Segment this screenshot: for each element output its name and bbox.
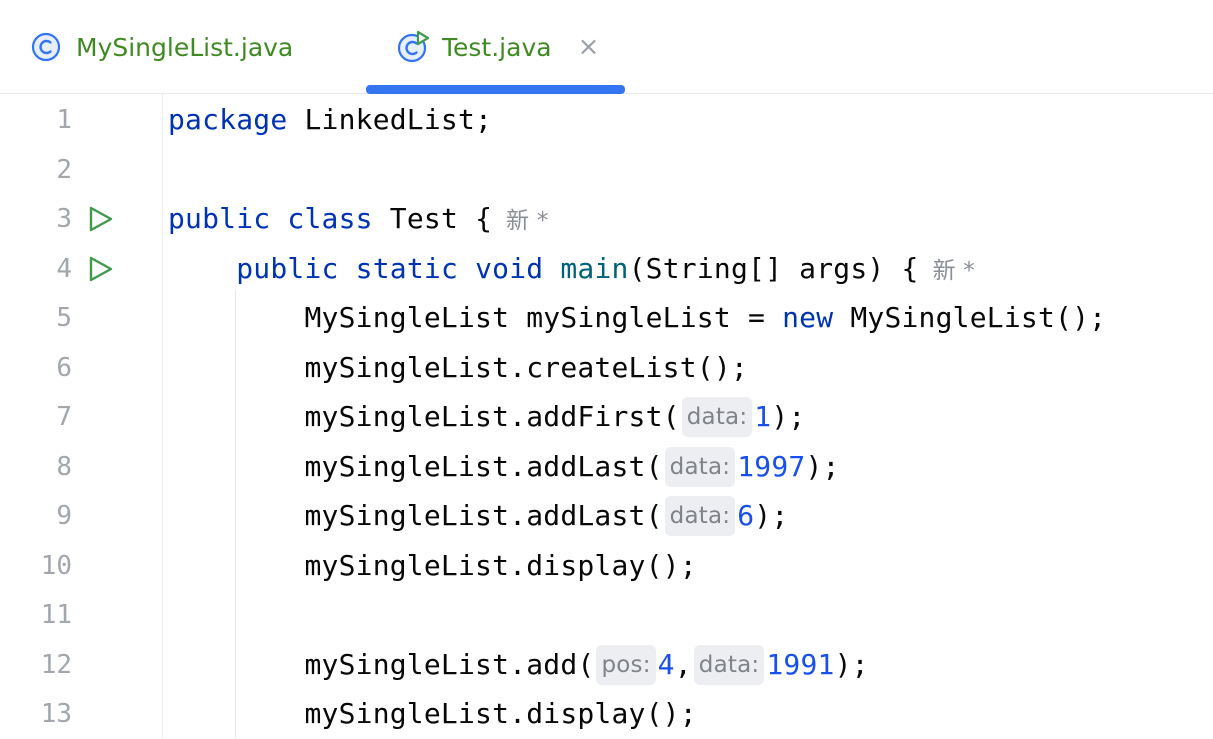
line-number: 8: [56, 452, 72, 482]
line-number: 7: [56, 402, 72, 432]
tab-mysinglelist[interactable]: MySingleList.java: [30, 0, 293, 94]
runnable-class-icon: [396, 30, 430, 64]
code-token: );: [834, 648, 869, 681]
code-token: mySingleList.addLast(: [168, 450, 663, 483]
code-editor[interactable]: 1 package LinkedList; 2 3 public class T…: [0, 94, 1213, 738]
line-number: 1: [56, 105, 72, 135]
number-literal: 1991: [766, 648, 835, 681]
code-token: MySingleList mySingleList =: [168, 301, 783, 334]
code-line[interactable]: 6 mySingleList.createList();: [0, 343, 1213, 393]
tab-label: MySingleList.java: [76, 32, 294, 62]
line-number: 6: [56, 353, 72, 383]
active-tab-indicator: [366, 85, 625, 94]
code-text: mySingleList.createList();: [168, 351, 748, 384]
code-line[interactable]: 9 mySingleList.addLast(data: 6);: [0, 491, 1213, 541]
method-name: main: [560, 252, 629, 285]
code-line[interactable]: 1 package LinkedList;: [0, 95, 1213, 145]
code-token: );: [771, 400, 806, 433]
keyword: static: [355, 252, 459, 285]
parameter-hint: data:: [693, 645, 765, 685]
number-literal: 4: [657, 648, 675, 681]
keyword: class: [287, 202, 373, 235]
code-text: mySingleList.addFirst(data: 1);: [168, 392, 805, 442]
number-literal: 1997: [737, 450, 806, 483]
close-icon[interactable]: ×: [578, 34, 600, 60]
run-icon[interactable]: [86, 205, 114, 233]
code-line[interactable]: 2: [0, 145, 1213, 195]
line-number: 2: [56, 155, 72, 185]
code-token: );: [805, 450, 840, 483]
code-token: (String[] args) {: [628, 252, 919, 285]
code-text: mySingleList.display();: [168, 697, 697, 730]
parameter-hint: data:: [664, 496, 736, 536]
number-literal: 1: [754, 400, 772, 433]
line-number: 10: [40, 551, 72, 581]
keyword: new: [782, 301, 834, 334]
code-text: MySingleList mySingleList = new MySingle…: [168, 293, 1106, 343]
author-hint[interactable]: 新 *: [933, 258, 975, 284]
tab-label: Test.java: [442, 32, 552, 62]
code-token: );: [754, 499, 789, 532]
line-number: 9: [56, 501, 72, 531]
line-number: 12: [40, 650, 72, 680]
line-number: 4: [56, 254, 72, 284]
code-token: ,: [674, 648, 692, 681]
code-text: public static void main(String[] args) {…: [168, 244, 975, 296]
editor-tab-bar: MySingleList.java Test.java ×: [0, 0, 1213, 94]
line-number: 13: [40, 699, 72, 729]
parameter-hint: data:: [664, 447, 736, 487]
keyword: public: [236, 252, 339, 285]
line-number: 3: [56, 204, 72, 234]
line-number: 11: [40, 600, 72, 630]
run-icon[interactable]: [86, 255, 114, 283]
code-text: mySingleList.add(pos: 4, data: 1991);: [168, 640, 869, 690]
code-token: mySingleList.addLast(: [168, 499, 663, 532]
code-token: mySingleList.addFirst(: [168, 400, 680, 433]
code-line[interactable]: 4 public static void main(String[] args)…: [0, 244, 1213, 294]
code-token: mySingleList.add(: [168, 648, 595, 681]
code-line[interactable]: 10 mySingleList.display();: [0, 541, 1213, 591]
code-text: public class Test { 新 *: [168, 194, 549, 246]
class-icon: [30, 30, 64, 64]
code-line[interactable]: 3 public class Test { 新 *: [0, 194, 1213, 244]
parameter-hint: data:: [681, 397, 753, 437]
code-line[interactable]: 13 mySingleList.display();: [0, 689, 1213, 739]
code-text: package LinkedList;: [168, 95, 492, 145]
code-text: mySingleList.addLast(data: 6);: [168, 491, 788, 541]
code-token: MySingleList();: [833, 301, 1107, 334]
tab-test[interactable]: Test.java ×: [396, 0, 599, 94]
code-line[interactable]: 8 mySingleList.addLast(data: 1997);: [0, 442, 1213, 492]
code-line[interactable]: 5 MySingleList mySingleList = new MySing…: [0, 293, 1213, 343]
keyword: void: [475, 252, 544, 285]
keyword: package: [168, 103, 288, 136]
code-text: mySingleList.display();: [168, 549, 697, 582]
code-line[interactable]: 11: [0, 590, 1213, 640]
line-number: 5: [56, 303, 72, 333]
keyword: public: [168, 202, 271, 235]
code-line[interactable]: 12 mySingleList.add(pos: 4, data: 1991);: [0, 640, 1213, 690]
code-text: mySingleList.addLast(data: 1997);: [168, 442, 840, 492]
code-line[interactable]: 7 mySingleList.addFirst(data: 1);: [0, 392, 1213, 442]
code-token: LinkedList;: [287, 103, 493, 136]
parameter-hint: pos:: [596, 645, 656, 685]
number-literal: 6: [737, 499, 755, 532]
author-hint[interactable]: 新 *: [506, 208, 548, 234]
code-token: Test {: [372, 202, 493, 235]
